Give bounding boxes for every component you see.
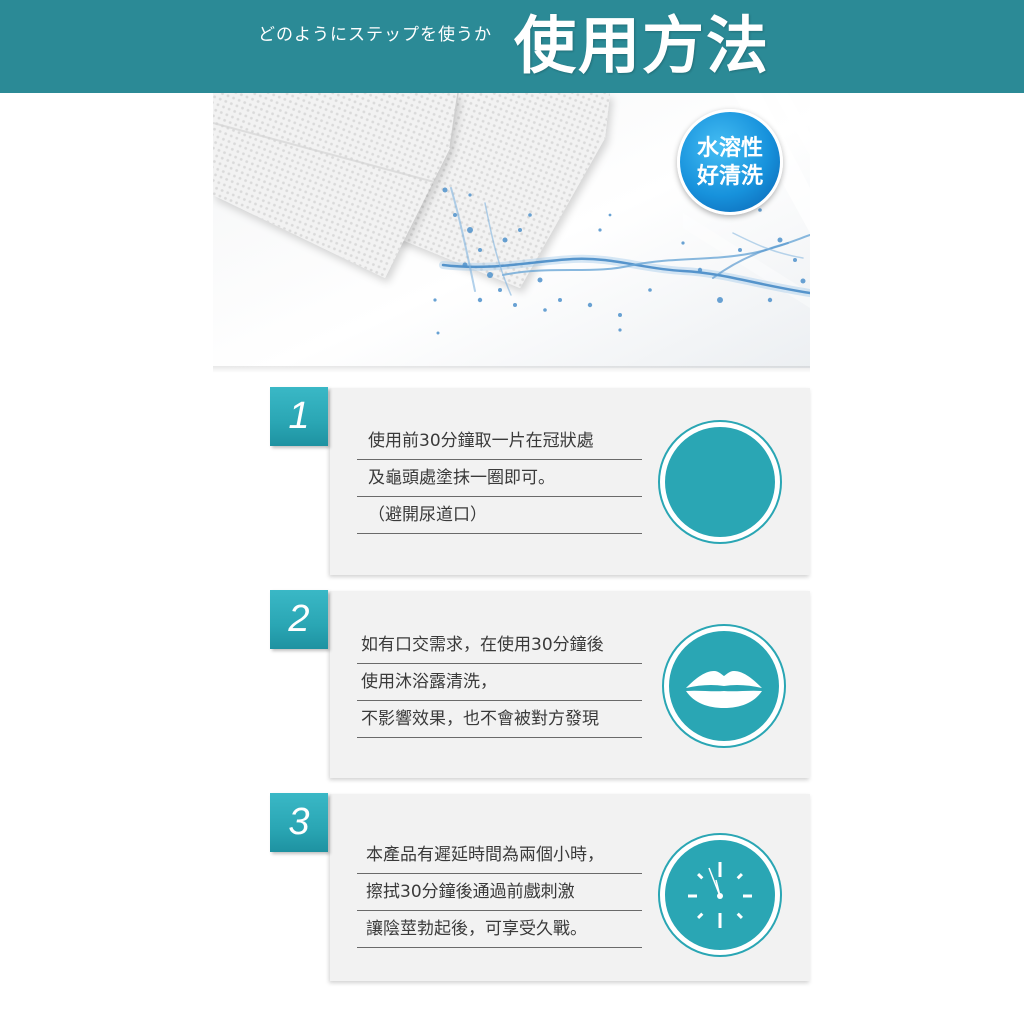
step-instructions: 使用前30分鐘取一片在冠狀處 及龜頭處塗抹一圈即可。 （避開尿道口） — [357, 423, 642, 534]
instruction-line: 及龜頭處塗抹一圈即可。 — [357, 460, 642, 497]
step-number-badge: 1 — [270, 387, 328, 446]
instruction-line: 如有口交需求，在使用30分鐘後 — [357, 627, 642, 664]
step-number: 2 — [288, 598, 310, 640]
step-card-1: 1 使用前30分鐘取一片在冠狀處 及龜頭處塗抹一圈即可。 （避開尿道口） — [0, 387, 1024, 587]
step-number: 3 — [288, 801, 310, 843]
lips-icon — [659, 621, 789, 751]
step-number: 1 — [288, 395, 310, 437]
instruction-line: 使用前30分鐘取一片在冠狀處 — [357, 423, 642, 460]
water-soluble-badge: 水溶性 好清洗 — [677, 109, 783, 215]
step-number-badge: 3 — [270, 793, 328, 852]
instruction-line: 本產品有遲延時間為兩個小時， — [357, 837, 642, 874]
header-banner: どのようにステップを使うか 使用方法 — [0, 0, 1024, 93]
instruction-line: 讓陰莖勃起後，可享受久戰。 — [357, 911, 642, 948]
clock-icon — [655, 830, 785, 960]
instruction-line: 使用沐浴露清洗， — [357, 664, 642, 701]
step-number-badge: 2 — [270, 590, 328, 649]
step-card-2: 2 如有口交需求，在使用30分鐘後 使用沐浴露清洗， 不影響效果，也不會被對方發… — [0, 590, 1024, 790]
badge-line: 好清洗 — [696, 163, 763, 189]
instruction-line: （避開尿道口） — [357, 497, 642, 534]
product-usage-page: どのようにステップを使うか 使用方法 水溶性 好清洗 1 使用前30分鐘取一片在… — [0, 0, 1024, 1024]
step-instructions: 本產品有遲延時間為兩個小時， 擦拭30分鐘後通過前戲刺激 讓陰莖勃起後，可享受久… — [357, 837, 642, 948]
hero-bottom-shadow — [213, 366, 810, 373]
instruction-line: 擦拭30分鐘後通過前戲刺激 — [357, 874, 642, 911]
blank-circle-icon — [655, 417, 785, 547]
badge-line: 水溶性 — [696, 135, 763, 161]
page-title: 使用方法 — [514, 9, 771, 82]
step-instructions: 如有口交需求，在使用30分鐘後 使用沐浴露清洗， 不影響效果，也不會被對方發現 — [357, 627, 642, 738]
instruction-line: 不影響效果，也不會被對方發現 — [357, 701, 642, 738]
step-card-3: 3 本產品有遲延時間為兩個小時， 擦拭30分鐘後通過前戲刺激 讓陰莖勃起後，可享… — [0, 793, 1024, 993]
header-subtitle: どのようにステップを使うか — [258, 25, 492, 45]
